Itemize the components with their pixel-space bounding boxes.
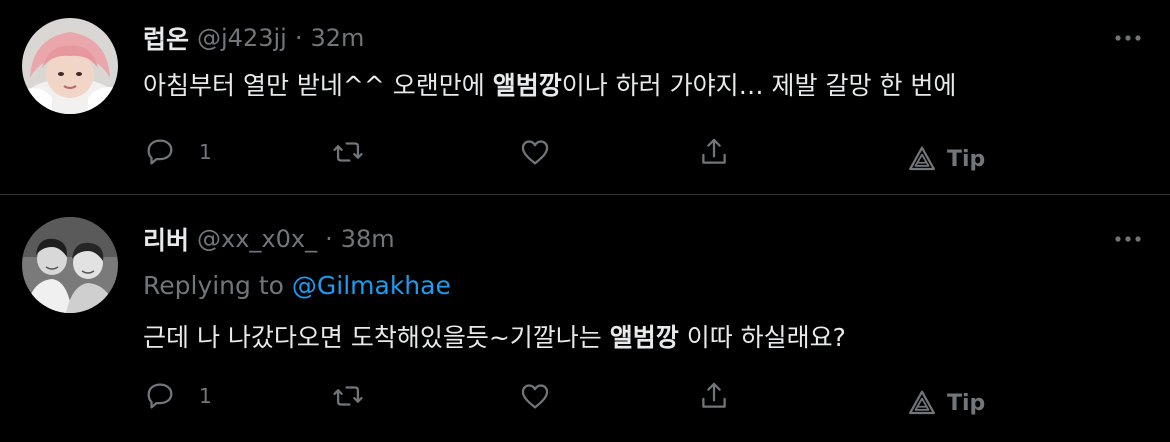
tip-button[interactable]: Tip bbox=[907, 139, 985, 179]
more-dots-icon bbox=[1115, 35, 1141, 41]
tip-triangle-icon bbox=[909, 146, 935, 171]
display-name[interactable]: 리버 bbox=[143, 221, 189, 257]
replying-to: Replying to @Gilmakhae bbox=[143, 271, 451, 300]
more-options-button[interactable] bbox=[1108, 229, 1148, 249]
share-button[interactable] bbox=[697, 132, 731, 172]
reply-bubble-icon bbox=[147, 383, 173, 409]
tweet-text: 아침부터 열만 받네^^ 오랜만에 앨범깡이나 하러 가야지… 제발 갈망 한 … bbox=[143, 66, 956, 102]
display-name[interactable]: 럽온 bbox=[143, 20, 189, 56]
reply-button[interactable]: 1 bbox=[143, 132, 212, 172]
separator-dot: · bbox=[325, 225, 333, 253]
tweet-text-part: 이나 하러 가야지… 제발 갈망 한 번에 bbox=[561, 71, 957, 100]
avatar[interactable] bbox=[22, 18, 118, 114]
tweet-actions: 1 Tip bbox=[143, 132, 1003, 172]
tweet-actions: 1 Tip bbox=[143, 376, 1003, 416]
tweet-text-highlight: 앨범깡 bbox=[609, 323, 679, 352]
avatar[interactable] bbox=[22, 217, 118, 313]
replying-to-label: Replying to bbox=[143, 271, 292, 300]
heart-icon bbox=[521, 384, 549, 409]
avatar-image-two-people bbox=[22, 217, 118, 313]
tweet[interactable]: 럽온 @j423jj · 32m 아침부터 열만 받네^^ 오랜만에 앨범깡이나… bbox=[0, 0, 1170, 195]
reply-bubble-icon bbox=[147, 139, 173, 165]
retweet-arrows-icon bbox=[333, 386, 363, 406]
user-handle[interactable]: @xx_x0x_ bbox=[197, 225, 317, 253]
user-handle[interactable]: @j423jj bbox=[197, 24, 287, 52]
avatar-image-pink-hair bbox=[22, 18, 118, 114]
tip-triangle-icon bbox=[909, 390, 935, 415]
tweet-text-highlight: 앨범깡 bbox=[492, 71, 562, 100]
retweet-button[interactable] bbox=[331, 132, 365, 172]
tip-button[interactable]: Tip bbox=[907, 383, 985, 423]
like-button[interactable] bbox=[518, 132, 552, 172]
share-button[interactable] bbox=[697, 376, 731, 416]
tweet[interactable]: 리버 @xx_x0x_ · 38m Replying to @Gilmakhae… bbox=[0, 195, 1170, 442]
reply-count: 1 bbox=[199, 384, 212, 408]
heart-icon bbox=[521, 140, 549, 165]
more-options-button[interactable] bbox=[1108, 28, 1148, 48]
tweet-text-part: 이따 하실래요? bbox=[678, 323, 846, 352]
timestamp[interactable]: 32m bbox=[310, 24, 364, 52]
reply-button[interactable]: 1 bbox=[143, 376, 212, 416]
tweet-header: 럽온 @j423jj · 32m bbox=[143, 20, 364, 56]
like-button[interactable] bbox=[518, 376, 552, 416]
retweet-arrows-icon bbox=[333, 142, 363, 162]
more-dots-icon bbox=[1115, 236, 1141, 242]
separator-dot: · bbox=[294, 24, 303, 52]
timestamp[interactable]: 38m bbox=[341, 225, 395, 253]
tweet-text-part: 아침부터 열만 받네^^ 오랜만에 bbox=[143, 71, 493, 100]
mention-link[interactable]: @Gilmakhae bbox=[292, 271, 451, 300]
tweet-text-part: 근데 나 나갔다오면 도착해있을듯~기깔나는 bbox=[143, 323, 610, 352]
tip-label: Tip bbox=[947, 390, 986, 416]
retweet-button[interactable] bbox=[331, 376, 365, 416]
share-upload-icon bbox=[702, 138, 726, 164]
tip-label: Tip bbox=[947, 146, 986, 172]
tweet-header: 리버 @xx_x0x_ · 38m bbox=[143, 221, 395, 257]
tweet-text: 근데 나 나갔다오면 도착해있을듯~기깔나는 앨범깡 이따 하실래요? bbox=[143, 318, 846, 354]
share-upload-icon bbox=[702, 382, 726, 408]
reply-count: 1 bbox=[199, 140, 212, 164]
